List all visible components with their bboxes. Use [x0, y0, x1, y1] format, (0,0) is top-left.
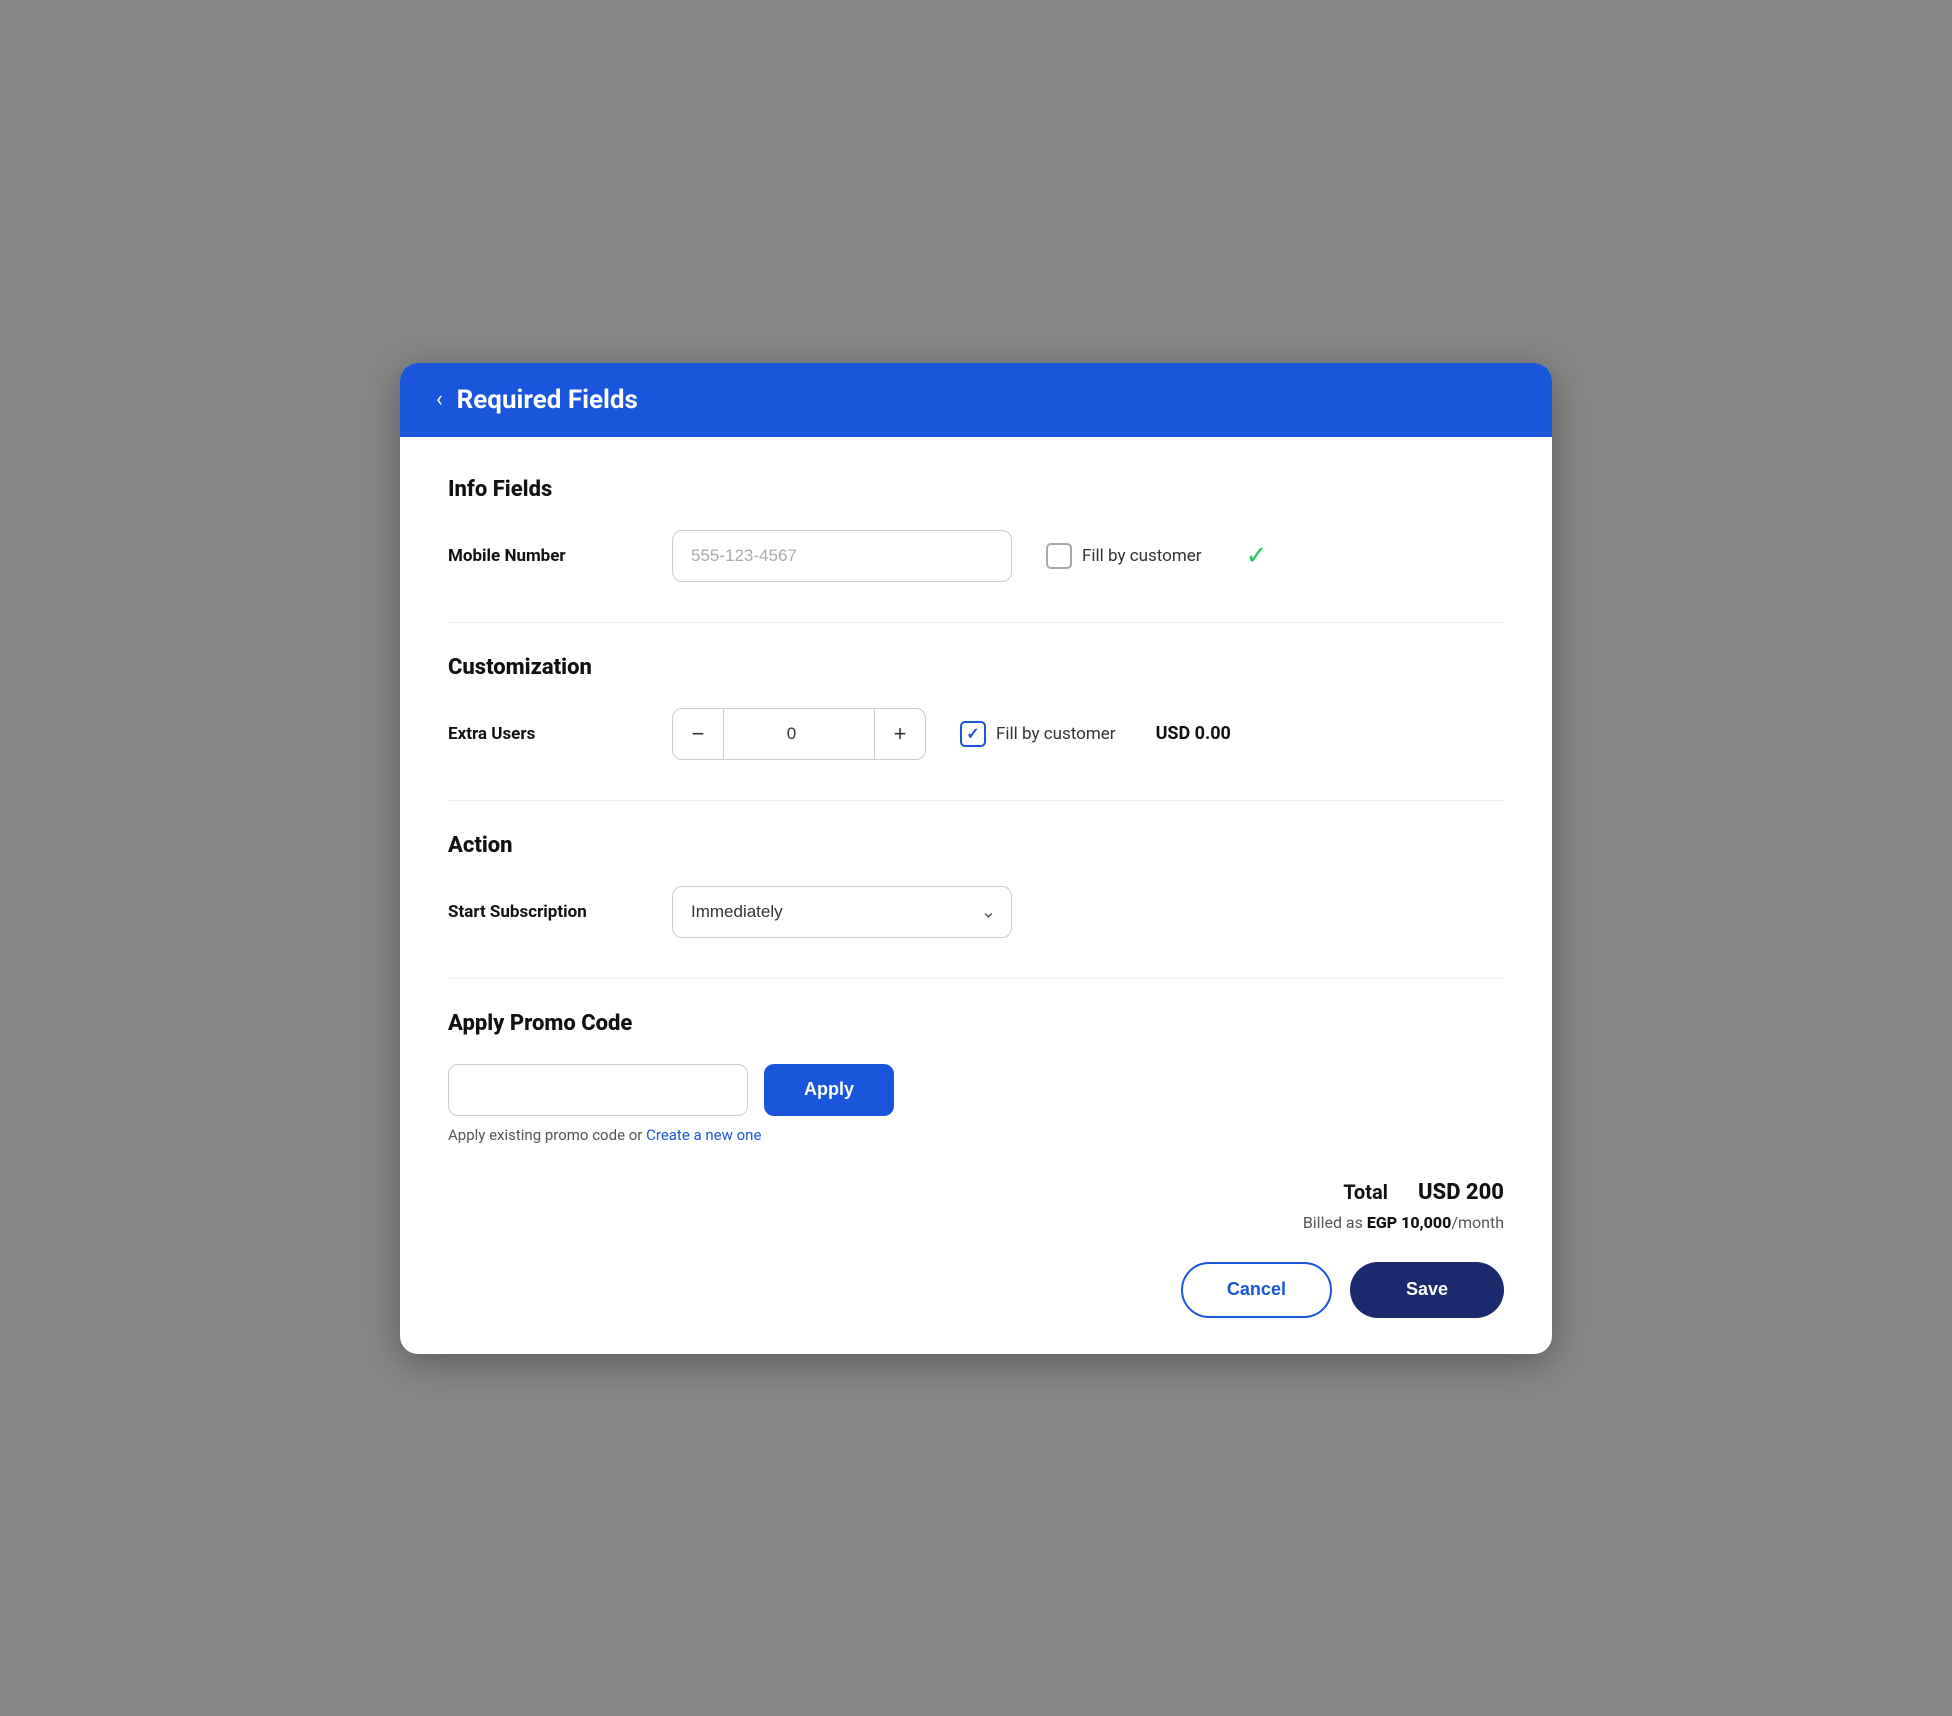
mobile-number-label: Mobile Number — [448, 546, 648, 566]
mobile-number-input[interactable] — [672, 530, 1012, 582]
info-fields-title: Info Fields — [448, 477, 1504, 502]
start-subscription-select[interactable]: Immediately On specific date Manual — [672, 886, 1012, 938]
total-label: Total — [1343, 1180, 1388, 1204]
mobile-fill-by-customer-group: Fill by customer — [1046, 543, 1202, 569]
info-fields-section: Info Fields Mobile Number Fill by custom… — [448, 477, 1504, 582]
promo-section: Apply Promo Code Apply Apply existing pr… — [448, 1011, 1504, 1144]
extra-users-row: Extra Users − + Fill by customer USD 0.0… — [448, 708, 1504, 760]
save-button[interactable]: Save — [1350, 1262, 1504, 1318]
billed-prefix: Billed as — [1303, 1213, 1363, 1232]
mobile-fill-by-customer-label: Fill by customer — [1082, 546, 1202, 566]
mobile-fill-by-customer-checkbox[interactable] — [1046, 543, 1072, 569]
extra-users-stepper: − + — [672, 708, 926, 760]
increment-button[interactable]: + — [874, 708, 926, 760]
billed-amount: EGP 10,000 — [1367, 1213, 1452, 1232]
create-promo-link[interactable]: Create a new one — [646, 1126, 761, 1144]
promo-row: Apply — [448, 1064, 1504, 1116]
extra-users-fill-by-customer-group: Fill by customer — [960, 721, 1116, 747]
start-subscription-select-wrapper: Immediately On specific date Manual ⌄ — [672, 886, 1012, 938]
extra-users-price: USD 0.00 — [1156, 723, 1231, 744]
divider-1 — [448, 622, 1504, 623]
extra-users-label: Extra Users — [448, 724, 648, 744]
mobile-number-row: Mobile Number Fill by customer ✓ — [448, 530, 1504, 582]
start-subscription-label: Start Subscription — [448, 902, 648, 922]
billed-row: Billed as EGP 10,000/month — [448, 1213, 1504, 1232]
modal-title: Required Fields — [457, 385, 638, 415]
promo-hint: Apply existing promo code or Create a ne… — [448, 1126, 1504, 1144]
divider-2 — [448, 800, 1504, 801]
action-title: Action — [448, 833, 1504, 858]
decrement-button[interactable]: − — [672, 708, 724, 760]
footer-actions: Cancel Save — [448, 1262, 1504, 1318]
cancel-button[interactable]: Cancel — [1181, 1262, 1332, 1318]
total-value: USD 200 — [1418, 1180, 1504, 1205]
promo-title: Apply Promo Code — [448, 1011, 1504, 1036]
start-subscription-row: Start Subscription Immediately On specif… — [448, 886, 1504, 938]
customization-section: Customization Extra Users − + Fill by cu… — [448, 655, 1504, 760]
extra-users-fill-by-customer-label: Fill by customer — [996, 724, 1116, 744]
modal-container: ‹ Required Fields Info Fields Mobile Num… — [400, 363, 1552, 1354]
billed-suffix: /month — [1451, 1213, 1504, 1232]
apply-button[interactable]: Apply — [764, 1064, 894, 1116]
extra-users-input[interactable] — [724, 708, 874, 760]
customization-title: Customization — [448, 655, 1504, 680]
modal-header: ‹ Required Fields — [400, 363, 1552, 437]
total-row: Total USD 200 — [448, 1180, 1504, 1205]
back-icon[interactable]: ‹ — [436, 387, 443, 412]
divider-3 — [448, 978, 1504, 979]
extra-users-fill-by-customer-checkbox[interactable] — [960, 721, 986, 747]
action-section: Action Start Subscription Immediately On… — [448, 833, 1504, 938]
modal-body: Info Fields Mobile Number Fill by custom… — [400, 437, 1552, 1354]
promo-code-input[interactable] — [448, 1064, 748, 1116]
mobile-valid-icon: ✓ — [1246, 541, 1268, 571]
